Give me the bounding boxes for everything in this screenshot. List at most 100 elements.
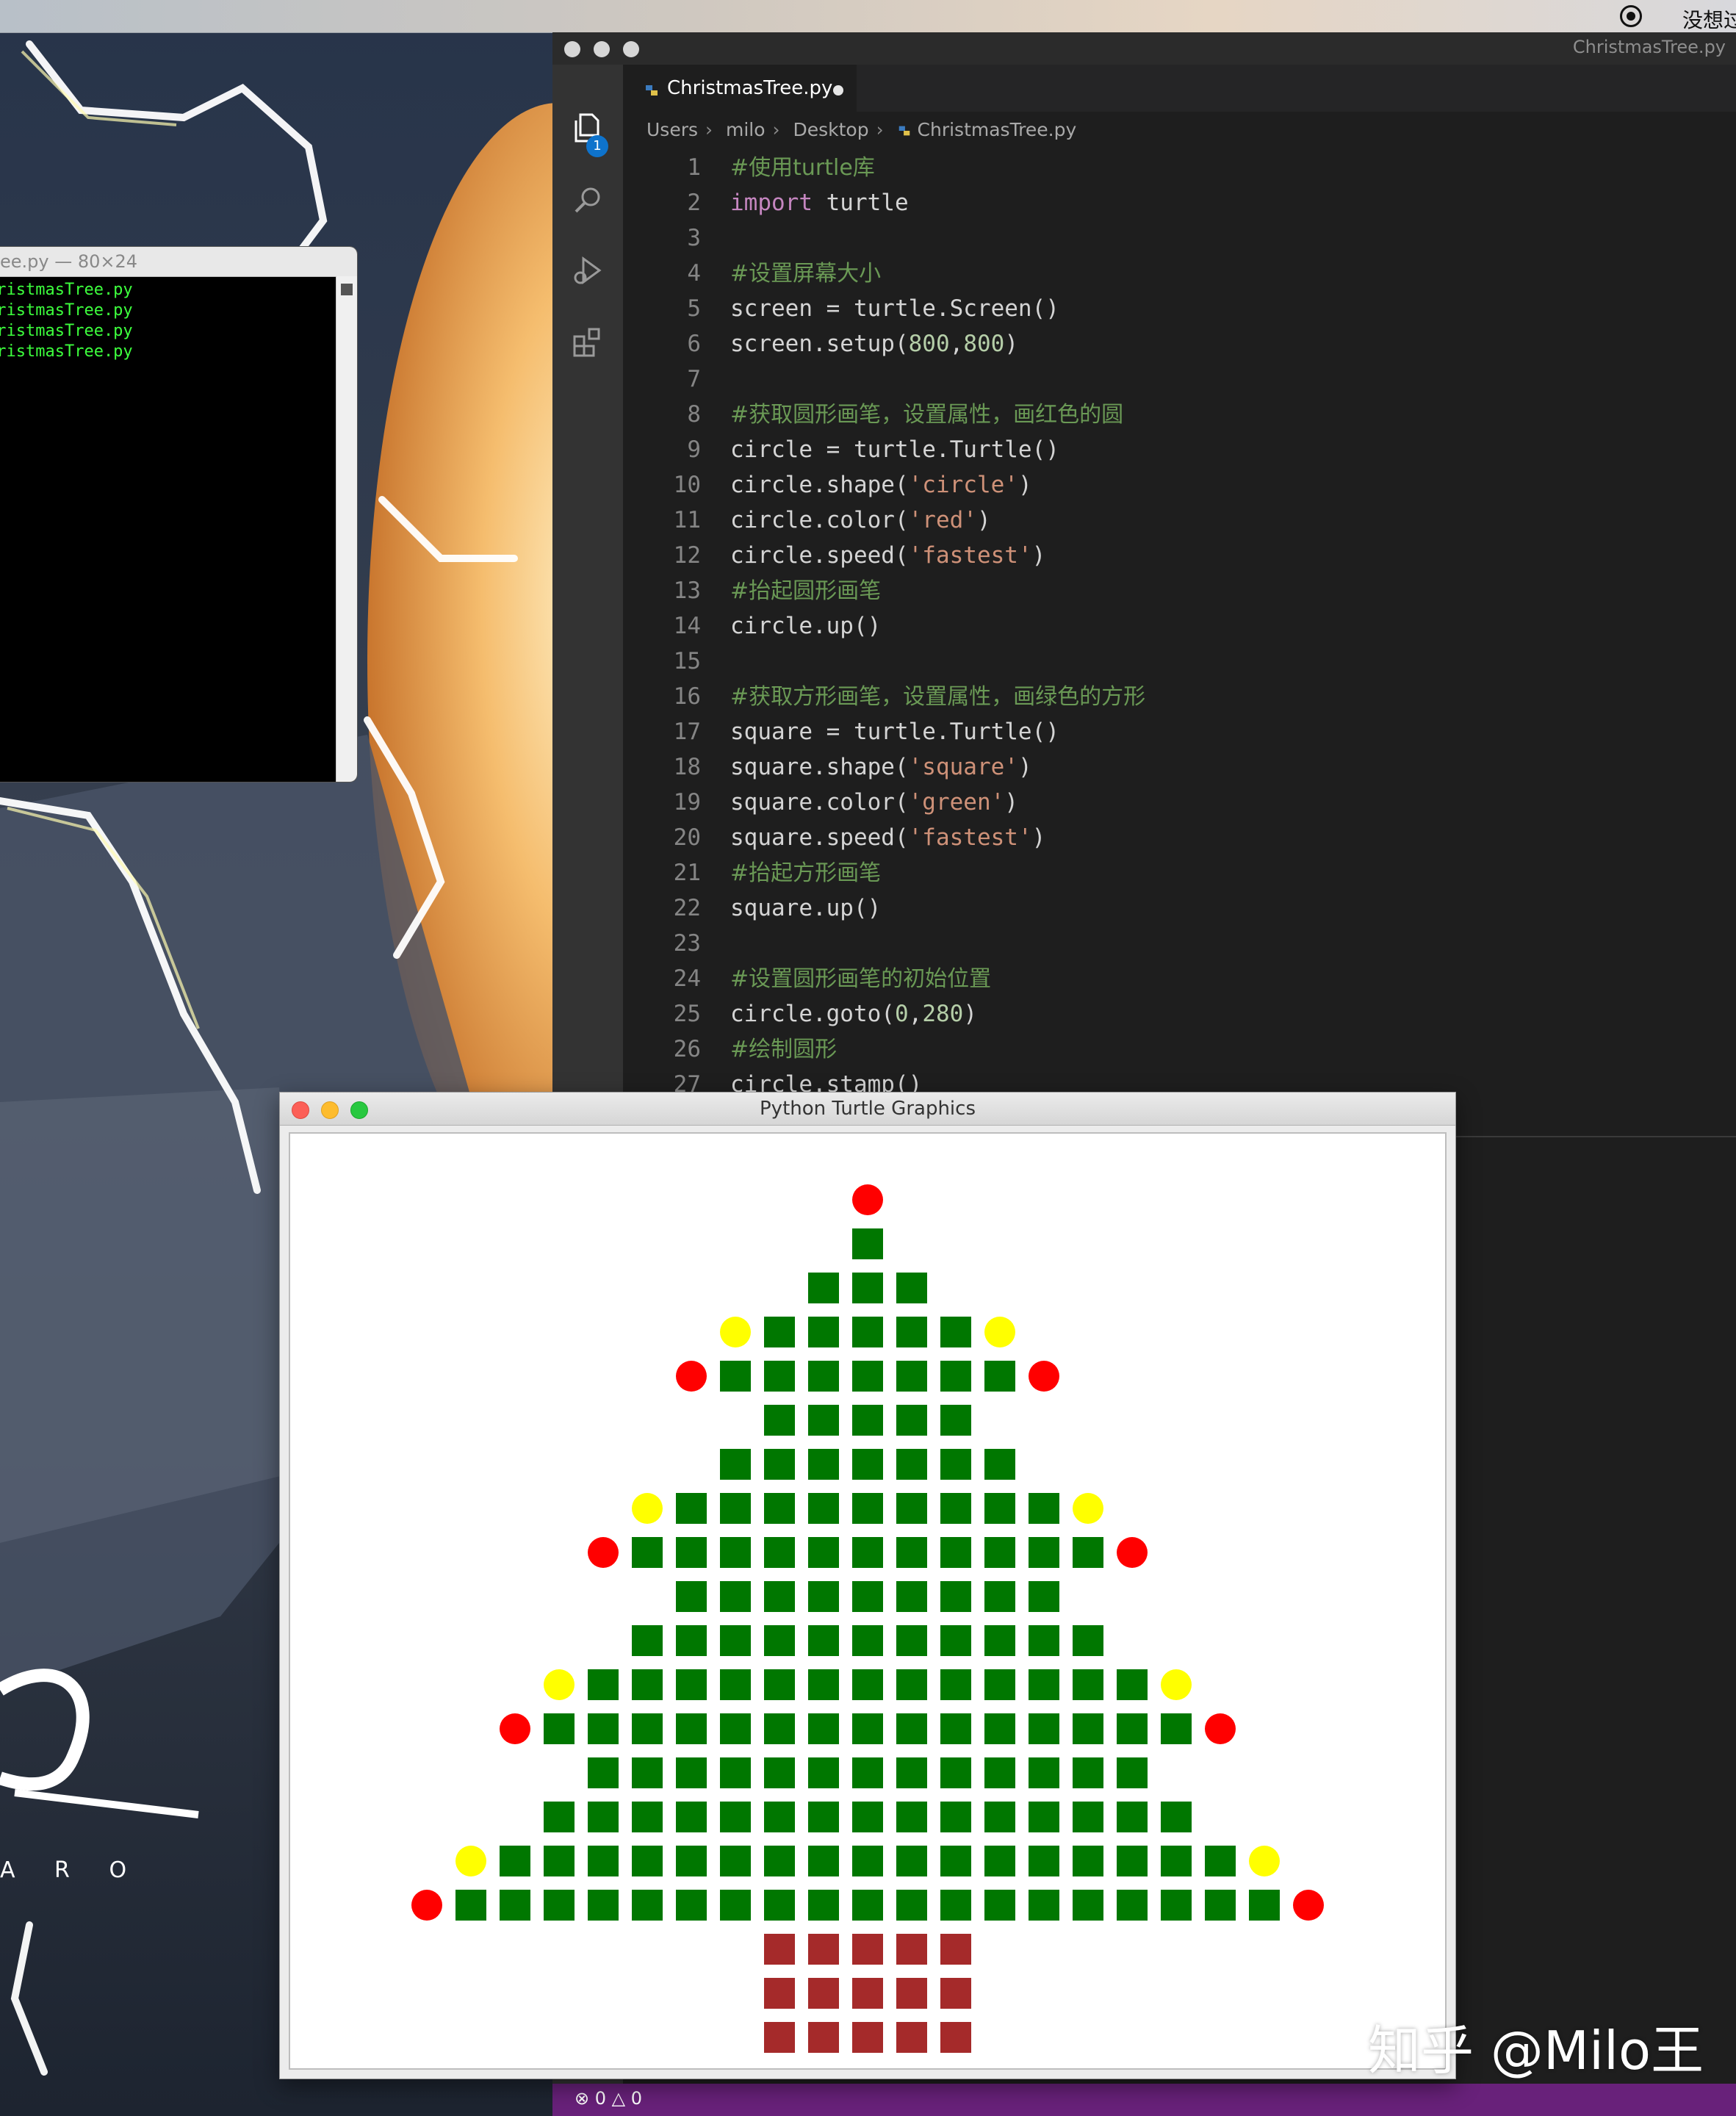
breadcrumb-item[interactable]: Desktop [793,119,868,140]
tree-square [720,1890,751,1921]
code-line[interactable]: 15 [623,644,730,679]
code-line[interactable]: 10circle.shape('circle') [623,467,1032,503]
tree-square [676,1846,707,1876]
screen-record-icon[interactable] [1620,5,1642,27]
tree-square [852,1713,883,1744]
code-line[interactable]: 23 [623,926,730,961]
close-button[interactable] [564,41,580,57]
code-line[interactable]: 18square.shape('square') [623,749,1032,785]
code-line[interactable]: 4#设置屏幕大小 [623,256,881,291]
ornament-red [588,1537,619,1568]
code-line[interactable]: 26#绘制圆形 [623,1032,837,1067]
code-line[interactable]: 5screen = turtle.Screen() [623,291,1059,326]
code-token: square.up() [730,895,881,921]
code-line[interactable]: 13#抬起圆形画笔 [623,573,881,608]
line-number: 10 [623,467,701,503]
code-token: turtle [813,190,909,216]
tree-square [896,1713,927,1744]
tree-square [588,1713,619,1744]
tree-square [720,1361,751,1392]
turtle-canvas[interactable] [289,1132,1447,2070]
ornament-red [411,1890,442,1921]
tree-square [1117,1846,1148,1876]
tree-square [808,1757,839,1788]
line-number: 16 [623,679,701,714]
code-line[interactable]: 2import turtle [623,185,909,220]
code-line[interactable]: 12circle.speed('fastest') [623,538,1045,573]
tab-christmastree[interactable]: ChristmasTree.py [623,65,857,113]
tab-label: ChristmasTree.py [667,77,832,99]
code-token: 'square' [909,754,1018,780]
code-line[interactable]: 14circle.up() [623,608,881,644]
tree-square [1029,1713,1059,1744]
tree-square [896,1493,927,1524]
tree-square [1073,1757,1103,1788]
tree-square [852,1493,883,1524]
line-number: 3 [623,220,701,256]
tree-square [1073,1846,1103,1876]
extensions-icon[interactable] [570,325,605,360]
trunk-square [896,1978,927,2009]
minimize-button[interactable] [594,41,610,57]
scroll-thumb[interactable] [341,284,353,295]
trunk-square [940,1978,971,2009]
tree-square [588,1669,619,1700]
line-number: 26 [623,1032,701,1067]
code-line[interactable]: 9 circle = turtle.Turtle() [623,432,1059,467]
tree-square [896,1846,927,1876]
tree-square [852,1890,883,1921]
line-number: 9 [623,432,701,467]
terminal-window[interactable]: ee.py — 80×24 hristmasTree.py hristmasTr… [0,247,357,782]
code-line[interactable]: 11circle.color('red') [623,503,991,538]
tree-square [940,1713,971,1744]
code-line[interactable]: 16#获取方形画笔，设置属性，画绿色的方形 [623,679,1145,714]
tree-square [720,1625,751,1656]
code-line[interactable]: 19square.color('green') [623,785,1018,820]
panel-divider [1455,1136,1736,1137]
zoom-button[interactable] [623,41,639,57]
problems-status[interactable]: ⊗ 0 △ 0 [575,2088,642,2109]
code-line[interactable]: 20square.speed('fastest') [623,820,1045,855]
code-editor[interactable]: 1#使用turtle库2import turtle34#设置屏幕大小5scree… [623,150,1736,1127]
breadcrumb-item[interactable]: ChristmasTree.py [918,119,1077,140]
tree-square [808,1890,839,1921]
tree-square [852,1273,883,1303]
tree-square [896,1273,927,1303]
tree-square [632,1669,663,1700]
tree-square [500,1846,530,1876]
search-icon[interactable] [570,182,605,217]
breadcrumb-item[interactable]: Users [647,119,698,140]
code-line[interactable]: 21#抬起方形画笔 [623,855,881,890]
tree-square [632,1537,663,1568]
menubar-text[interactable]: 没想过 [1682,4,1736,34]
code-token: ) [1032,542,1046,569]
warning-count: 0 [631,2088,642,2109]
tree-square [632,1802,663,1832]
tree-square [764,1493,795,1524]
code-line[interactable]: 1#使用turtle库 [623,150,875,185]
tree-square [588,1846,619,1876]
code-line[interactable]: 7 [623,361,730,397]
code-line[interactable]: 22square.up() [623,890,881,926]
ornament-yellow [544,1669,575,1700]
code-comment: #抬起方形画笔 [730,860,881,886]
code-line[interactable]: 8#获取圆形画笔，设置属性，画红色的圆 [623,397,1123,432]
turtle-graphics-window[interactable]: Python Turtle Graphics [279,1092,1456,2079]
tree-square [1029,1846,1059,1876]
unsaved-dot-icon[interactable] [833,85,843,96]
code-token: circle = turtle.Turtle() [730,436,1059,463]
tree-square [896,1757,927,1788]
run-debug-icon[interactable] [570,253,605,288]
ornament-red [1117,1537,1148,1568]
tree-square [940,1537,971,1568]
terminal-scrollbar[interactable] [336,276,357,782]
breadcrumb-item[interactable]: milo [726,119,766,140]
code-line[interactable]: 3 [623,220,730,256]
tree-square [940,1405,971,1436]
tree-square [588,1890,619,1921]
code-line[interactable]: 17square = turtle.Turtle() [623,714,1059,749]
code-comment: #获取圆形画笔，设置属性，画红色的圆 [730,402,1123,428]
code-line[interactable]: 6screen.setup(800,800) [623,326,1018,361]
code-line[interactable]: 24#设置圆形画笔的初始位置 [623,961,991,996]
code-line[interactable]: 25circle.goto(0,280) [623,996,977,1032]
